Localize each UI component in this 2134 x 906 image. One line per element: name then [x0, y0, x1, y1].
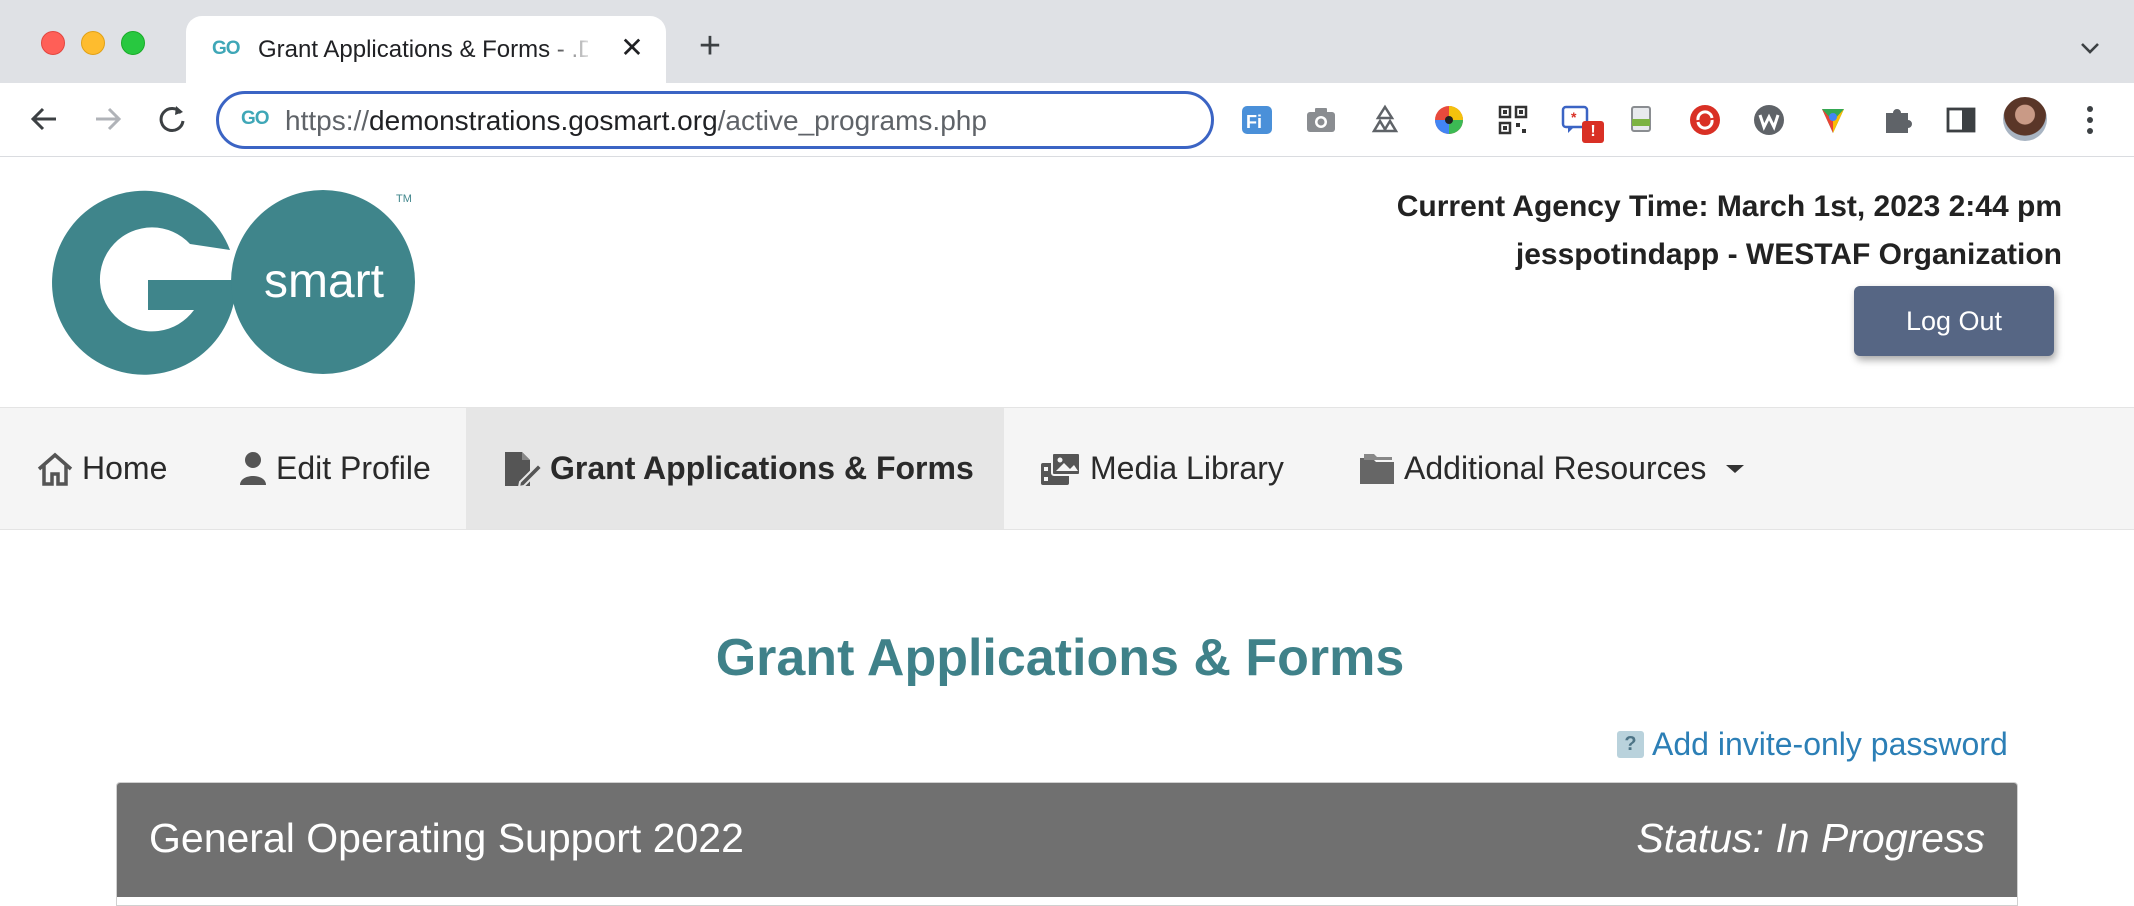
new-tab-icon[interactable]: + — [692, 27, 728, 65]
color-wheel-icon[interactable] — [1432, 103, 1466, 137]
site-favicon-icon: GO — [241, 108, 270, 129]
home-icon — [37, 452, 73, 486]
browser-tab-active[interactable]: GO Grant Applications & Forms - .D ✕ — [186, 16, 666, 83]
nav-label-home: Home — [82, 450, 168, 486]
redirect-extension-icon[interactable] — [1688, 103, 1722, 137]
page-title: Grant Applications & Forms — [715, 629, 1405, 687]
profile-avatar[interactable] — [2003, 97, 2047, 141]
url-path: /active_programs.php — [717, 105, 987, 136]
nav-label-media-library: Media Library — [1090, 450, 1284, 486]
browser-toolbar: GO https://demonstrations.gosmart.org/ac… — [0, 83, 2134, 157]
nav-item-grant-applications[interactable]: Grant Applications & Forms — [466, 408, 1004, 529]
qr-code-icon[interactable] — [1496, 103, 1530, 137]
program-status: Status: In Progress — [1636, 815, 1985, 861]
tab-search-chevron-icon[interactable] — [2074, 32, 2106, 64]
close-window-button[interactable] — [41, 31, 65, 55]
url-host: demonstrations.gosmart.org — [369, 105, 718, 136]
nav-item-additional-resources[interactable]: Additional Resources — [1358, 408, 1760, 529]
logo-trademark: TM — [396, 193, 412, 205]
media-icon — [1041, 451, 1081, 485]
svg-text:*: * — [1571, 109, 1577, 125]
user-organization: jesspotindapp - WESTAF Organization — [1515, 238, 2062, 271]
puzzle-piece-icon[interactable] — [1880, 103, 1914, 137]
file-edit-icon — [505, 451, 542, 488]
main-navigation: Home Edit Profile Grant Applications & F… — [0, 407, 2134, 530]
caret-down-icon — [1726, 464, 1745, 473]
multicolor-extension-icon[interactable] — [1816, 103, 1850, 137]
nav-item-edit-profile[interactable]: Edit Profile — [238, 408, 431, 529]
side-panel-icon[interactable] — [1944, 103, 1978, 137]
url-text[interactable]: https://demonstrations.gosmart.org/activ… — [285, 105, 987, 137]
gosmart-favicon-icon: GO — [212, 38, 241, 59]
user-icon — [240, 451, 266, 485]
recycle-icon[interactable] — [1368, 103, 1402, 137]
alert-extension-icon[interactable]: * ! — [1560, 103, 1604, 143]
logo-letter-g — [52, 190, 234, 375]
nav-label-additional-resources: Additional Resources — [1404, 450, 1707, 486]
logout-button[interactable]: Log Out — [1854, 286, 2054, 356]
nav-label-edit-profile: Edit Profile — [276, 450, 431, 486]
camera-icon[interactable] — [1304, 103, 1338, 137]
wappalyzer-icon[interactable] — [1752, 103, 1786, 137]
back-arrow-icon[interactable] — [26, 101, 62, 137]
svg-text:Fi: Fi — [1246, 112, 1262, 132]
agency-time: Current Agency Time: March 1st, 2023 2:4… — [1396, 190, 2062, 223]
nav-label-grant-applications: Grant Applications & Forms — [550, 450, 974, 486]
fi-translator-icon[interactable]: Fi — [1240, 103, 1274, 137]
program-name: General Operating Support 2022 — [149, 815, 744, 861]
reload-icon[interactable] — [154, 101, 190, 137]
file-extension-icon[interactable] — [1624, 103, 1658, 137]
minimize-window-button[interactable] — [81, 31, 105, 55]
extension-alert-badge: ! — [1582, 121, 1604, 143]
close-tab-icon[interactable]: ✕ — [616, 32, 648, 64]
folder-icon — [1360, 453, 1394, 484]
url-scheme: https:// — [285, 105, 370, 136]
tab-title-fade — [546, 30, 596, 70]
tab-title: Grant Applications & Forms - .D — [258, 36, 588, 63]
logo-text: smart — [264, 255, 384, 308]
browser-menu-icon[interactable] — [2080, 103, 2100, 137]
maximize-window-button[interactable] — [121, 31, 145, 55]
nav-item-media-library[interactable]: Media Library — [1040, 408, 1284, 529]
address-bar[interactable]: GO https://demonstrations.gosmart.org/ac… — [216, 91, 1214, 149]
invite-link-label: Add invite-only password — [1652, 726, 2008, 762]
gosmart-logo[interactable]: smart TM — [44, 186, 424, 378]
add-invite-password-link[interactable]: ? Add invite-only password — [1617, 726, 2008, 763]
forward-arrow-icon[interactable] — [90, 101, 126, 137]
help-icon[interactable]: ? — [1617, 731, 1644, 758]
program-card-header[interactable]: General Operating Support 2022 Status: I… — [117, 783, 2017, 897]
program-card: General Operating Support 2022 Status: I… — [116, 782, 2018, 906]
nav-item-home[interactable]: Home — [36, 408, 167, 529]
browser-tab-bar: GO Grant Applications & Forms - .D ✕ + — [0, 0, 2134, 83]
